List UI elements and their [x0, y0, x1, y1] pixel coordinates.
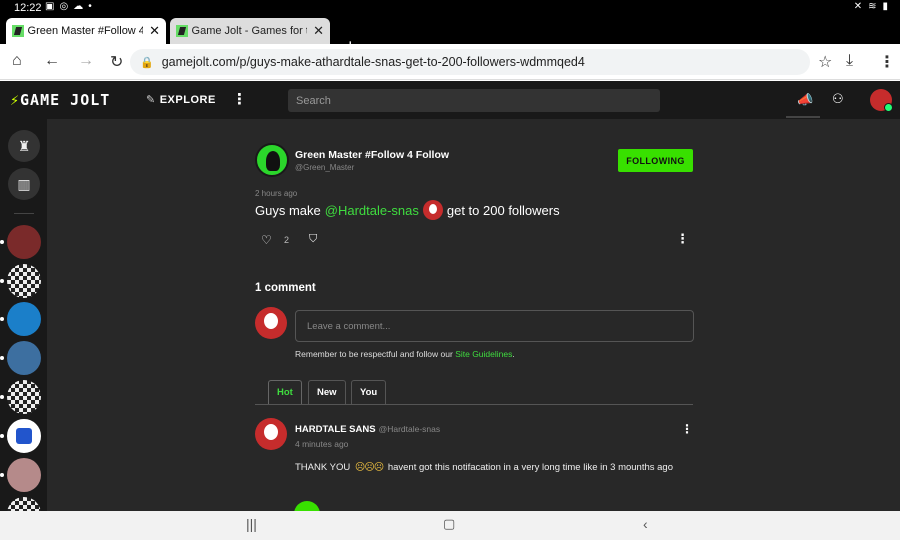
like-heart-icon[interactable]: ♡: [261, 233, 272, 247]
gamejolt-logo[interactable]: ⚡GAME JOLT: [10, 91, 110, 109]
user-avatar[interactable]: [870, 89, 893, 112]
forward-icon[interactable]: →: [78, 52, 94, 70]
post-text: get to 200 followers: [446, 202, 560, 218]
menu-kebab-icon[interactable]: ⋮: [879, 52, 895, 72]
notification-icons: ▣ ◎ ☁ •: [45, 1, 92, 12]
sidebar-game-item[interactable]: [7, 380, 41, 414]
url-text: gamejolt.com/p/guys-make-athardtale-snas…: [161, 55, 585, 69]
guidelines-notice: Remember to be respectful and follow our…: [295, 349, 515, 359]
recent-apps-icon[interactable]: |||: [246, 516, 257, 532]
unread-dot: [0, 473, 4, 477]
library-button[interactable]: ♜: [8, 130, 40, 162]
comment-like-button[interactable]: [294, 501, 320, 511]
close-tab-icon[interactable]: ✕: [313, 23, 324, 39]
android-nav-bar: ||| ▢ ‹: [0, 511, 900, 540]
mention-link[interactable]: @Hardtale-snas: [325, 203, 419, 218]
friends-icon[interactable]: ⚇: [832, 91, 844, 107]
tab-title: Game Jolt - Games for the: [191, 25, 308, 37]
gamejolt-favicon-icon: [12, 25, 24, 37]
unread-dot: [0, 279, 4, 283]
mute-icon: ✕: [853, 1, 863, 12]
bolt-icon: ⚡: [10, 91, 21, 109]
explore-link[interactable]: ✎ EXPLORE: [146, 93, 216, 106]
commenter-avatar[interactable]: [255, 418, 287, 450]
back-icon[interactable]: ←: [44, 52, 60, 70]
post-timestamp: 2 hours ago: [255, 189, 298, 198]
gamejolt-header: ⚡GAME JOLT ✎EXPLORE ⋮ 📣 ⚇: [0, 81, 900, 119]
mention-avatar: [422, 200, 443, 220]
playlist-icon: ▥: [17, 175, 31, 192]
post-text: Guys make: [255, 202, 321, 218]
tab-new[interactable]: New: [308, 380, 346, 404]
sidebar-game-item[interactable]: [7, 497, 41, 511]
comment-timestamp: 4 minutes ago: [295, 439, 349, 449]
lock-icon: 🔒: [140, 56, 154, 69]
home-icon[interactable]: ⌂: [12, 52, 22, 70]
tab-you[interactable]: You: [351, 380, 387, 404]
browser-toolbar: ⌂ ← → ↻ 🔒 gamejolt.com/p/guys-make-athar…: [0, 44, 900, 80]
sidebar-game-item[interactable]: [7, 341, 41, 375]
tab-hot[interactable]: Hot: [268, 380, 302, 404]
author-avatar[interactable]: [255, 143, 289, 177]
clock: 12:22: [14, 2, 42, 14]
unread-dot: [0, 434, 4, 438]
site-guidelines-link[interactable]: Site Guidelines: [455, 349, 512, 359]
browser-tab-strip: Green Master #Follow 4 F ✕ Game Jolt - G…: [0, 16, 900, 56]
post-view: Green Master #Follow 4 Follow @Green_Mas…: [47, 119, 900, 511]
bookmark-star-icon[interactable]: ☆: [818, 52, 832, 72]
address-bar[interactable]: 🔒 gamejolt.com/p/guys-make-athardtale-sn…: [130, 49, 810, 75]
share-icon[interactable]: ⛉: [309, 233, 317, 246]
wifi-icon: ≋: [868, 1, 877, 12]
game-library-icon: ♜: [17, 137, 31, 154]
author-name[interactable]: Green Master #Follow 4 Follow: [295, 149, 449, 161]
sidebar-game-item[interactable]: [7, 225, 41, 259]
active-indicator: [786, 116, 820, 118]
reload-icon[interactable]: ↻: [110, 52, 123, 72]
unread-dot: [0, 240, 4, 244]
system-icons: ✕ ≋ ▮: [854, 1, 888, 12]
comment-text: THANK YOU ☹☹☹ havent got this notifacati…: [295, 462, 673, 473]
download-icon[interactable]: ⤓: [846, 52, 853, 70]
browser-tab[interactable]: Game Jolt - Games for the ✕: [170, 18, 330, 44]
unread-dot: [0, 356, 4, 360]
tabs-divider: [255, 404, 693, 405]
sidebar-divider: [14, 213, 34, 214]
my-avatar: [255, 307, 287, 339]
post-options-icon[interactable]: ⋮: [676, 231, 689, 247]
back-nav-icon[interactable]: ‹: [643, 516, 648, 532]
comment-input[interactable]: [295, 310, 694, 342]
sidebar-game-item[interactable]: [7, 419, 41, 453]
search-input[interactable]: [288, 89, 660, 112]
author-handle[interactable]: @Green_Master: [295, 163, 354, 172]
gamejolt-favicon-icon: [176, 25, 188, 37]
close-tab-icon[interactable]: ✕: [149, 23, 160, 39]
battery-icon: ▮: [882, 1, 888, 12]
like-count[interactable]: 2: [284, 235, 289, 245]
home-nav-icon[interactable]: ▢: [443, 516, 455, 532]
compass-icon: ✎: [146, 94, 156, 106]
comments-heading: 1 comment: [255, 282, 316, 294]
more-menu-icon[interactable]: ⋮: [232, 90, 247, 108]
activity-feed-icon[interactable]: 📣: [797, 92, 813, 108]
emoji-icon: ☹☹☹: [354, 462, 384, 473]
comment-options-icon[interactable]: ⋮: [681, 422, 693, 436]
browser-tab-active[interactable]: Green Master #Follow 4 F ✕: [6, 18, 166, 44]
sidebar-game-item[interactable]: [7, 458, 41, 492]
following-button[interactable]: FOLLOWING: [618, 149, 693, 172]
left-sidebar: ♜ ▥: [0, 119, 47, 511]
post-body: Guys make @Hardtale-snas get to 200 foll…: [255, 200, 560, 220]
commenter-name[interactable]: HARDTALE SANS @Hardtale-snas: [295, 424, 440, 435]
tab-title: Green Master #Follow 4 F: [27, 25, 144, 37]
playlist-button[interactable]: ▥: [8, 168, 40, 200]
status-bar: 12:22 ▣ ◎ ☁ • ✕ ≋ ▮: [0, 0, 900, 16]
sidebar-game-item[interactable]: [7, 264, 41, 298]
commenter-handle: @Hardtale-snas: [378, 424, 441, 434]
sidebar-game-item[interactable]: [7, 302, 41, 336]
unread-dot: [0, 317, 4, 321]
unread-dot: [0, 395, 4, 399]
